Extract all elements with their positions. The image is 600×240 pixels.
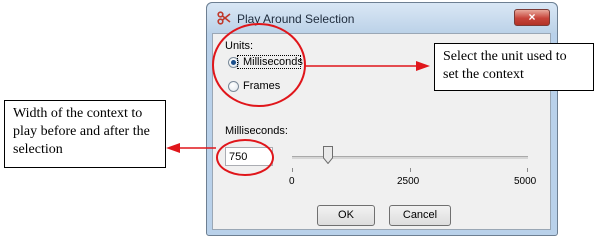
width-annotation: Width of the context to play before and … xyxy=(4,100,166,168)
unit-annotation: Select the unit used to set the context xyxy=(434,43,594,91)
arrow-right-icon xyxy=(416,61,430,71)
arrow-left-icon xyxy=(166,143,180,153)
